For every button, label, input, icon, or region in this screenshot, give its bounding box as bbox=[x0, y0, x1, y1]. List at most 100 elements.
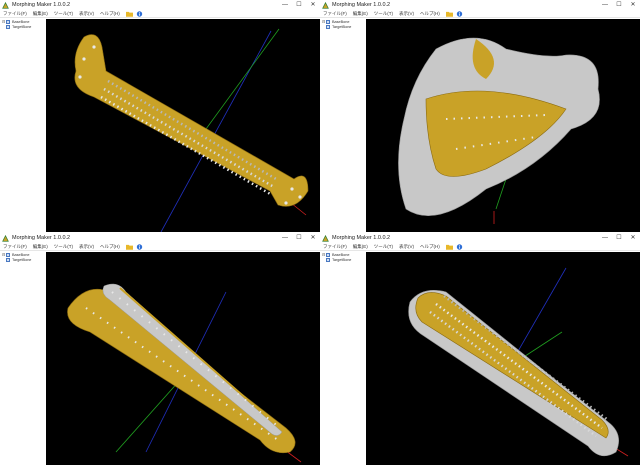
tree-item-target-bone[interactable]: TargetBone bbox=[320, 257, 366, 262]
landmark-point bbox=[284, 201, 288, 205]
landmark-point bbox=[298, 195, 302, 199]
maximize-button[interactable]: ☐ bbox=[612, 233, 626, 243]
checkbox[interactable] bbox=[326, 252, 330, 257]
menu-help[interactable]: ヘルプ(H) bbox=[420, 11, 440, 17]
tree-item-label: BaseBone bbox=[332, 252, 350, 257]
menu-file[interactable]: ファイル(F) bbox=[323, 11, 347, 17]
tree-item-label: TargetBone bbox=[12, 24, 32, 29]
app-window-3: Morphing Maker 1.0.0.2 — ☐ ✕ ファイル(F) 編集(… bbox=[0, 233, 320, 465]
minimize-button[interactable]: — bbox=[278, 233, 292, 243]
checkbox[interactable] bbox=[326, 257, 330, 262]
landmark-point bbox=[290, 187, 294, 191]
scene-tree: ⊟ BaseBone TargetBone bbox=[0, 252, 46, 465]
checkbox[interactable] bbox=[6, 19, 10, 24]
checkbox[interactable] bbox=[6, 24, 10, 29]
menu-help[interactable]: ヘルプ(H) bbox=[420, 244, 440, 250]
title-bar[interactable]: Morphing Maker 1.0.0.2 — ☐ ✕ bbox=[0, 233, 320, 243]
menu-help[interactable]: ヘルプ(H) bbox=[100, 244, 120, 250]
menu-file[interactable]: ファイル(F) bbox=[3, 244, 27, 250]
menu-tools[interactable]: ツール(T) bbox=[54, 11, 73, 17]
folder-icon[interactable] bbox=[125, 244, 133, 250]
menu-view[interactable]: 表示(V) bbox=[79, 244, 94, 250]
tree-item-label: BaseBone bbox=[12, 252, 30, 257]
menu-view[interactable]: 表示(V) bbox=[399, 244, 414, 250]
menu-edit[interactable]: 編集(E) bbox=[33, 244, 48, 250]
app-window-2: Morphing Maker 1.0.0.2 — ☐ ✕ ファイル(F) 編集(… bbox=[320, 0, 640, 232]
folder-icon[interactable] bbox=[445, 244, 453, 250]
menu-tools[interactable]: ツール(T) bbox=[374, 244, 393, 250]
checkbox[interactable] bbox=[326, 19, 330, 24]
menu-edit[interactable]: 編集(E) bbox=[353, 244, 368, 250]
3d-viewport[interactable] bbox=[46, 19, 320, 232]
target-bone-surface bbox=[415, 292, 609, 439]
close-button[interactable]: ✕ bbox=[306, 233, 320, 243]
maximize-button[interactable]: ☐ bbox=[292, 0, 306, 10]
landmark-point bbox=[82, 57, 86, 61]
info-icon[interactable] bbox=[136, 243, 143, 250]
title-bar[interactable]: Morphing Maker 1.0.0.2 — ☐ ✕ bbox=[0, 0, 320, 10]
morphing-maker-app-icon bbox=[2, 1, 9, 9]
menu-view[interactable]: 表示(V) bbox=[79, 11, 94, 17]
scene-tree: ⊟ BaseBone TargetBone bbox=[320, 19, 366, 232]
folder-icon[interactable] bbox=[445, 11, 453, 17]
checkbox[interactable] bbox=[6, 257, 10, 262]
tibia-surface bbox=[67, 288, 296, 454]
tibia-fibula-model bbox=[67, 283, 302, 463]
fibula-surface bbox=[102, 283, 283, 436]
maximize-button[interactable]: ☐ bbox=[612, 0, 626, 10]
menu-bar: ファイル(F) 編集(E) ツール(T) 表示(V) ヘルプ(H) bbox=[0, 243, 320, 251]
menu-bar: ファイル(F) 編集(E) ツール(T) 表示(V) ヘルプ(H) bbox=[320, 243, 640, 251]
femur-model bbox=[74, 28, 309, 232]
maximize-button[interactable]: ☐ bbox=[292, 233, 306, 243]
minimize-button[interactable]: — bbox=[598, 0, 612, 10]
title-bar[interactable]: Morphing Maker 1.0.0.2 — ☐ ✕ bbox=[320, 0, 640, 10]
tree-item-label: BaseBone bbox=[12, 19, 30, 24]
menu-tools[interactable]: ツール(T) bbox=[374, 11, 393, 17]
window-title: Morphing Maker 1.0.0.2 bbox=[12, 235, 71, 241]
menu-view[interactable]: 表示(V) bbox=[399, 11, 414, 17]
menu-edit[interactable]: 編集(E) bbox=[353, 11, 368, 17]
folder-icon[interactable] bbox=[125, 11, 133, 17]
menu-help[interactable]: ヘルプ(H) bbox=[100, 11, 120, 17]
info-icon[interactable] bbox=[456, 243, 463, 250]
checkbox[interactable] bbox=[6, 252, 10, 257]
scapula-model bbox=[398, 37, 600, 224]
menu-file[interactable]: ファイル(F) bbox=[3, 11, 27, 17]
menu-tools[interactable]: ツール(T) bbox=[54, 244, 73, 250]
info-icon[interactable] bbox=[136, 10, 143, 17]
tree-item-target-bone[interactable]: TargetBone bbox=[0, 24, 46, 29]
tree-item-label: TargetBone bbox=[332, 24, 352, 29]
3d-viewport[interactable] bbox=[366, 252, 640, 465]
app-window-4: Morphing Maker 1.0.0.2 — ☐ ✕ ファイル(F) 編集(… bbox=[320, 233, 640, 465]
window-title: Morphing Maker 1.0.0.2 bbox=[332, 2, 391, 8]
scene-tree: ⊟ BaseBone TargetBone bbox=[0, 19, 46, 232]
close-button[interactable]: ✕ bbox=[626, 0, 640, 10]
checkbox[interactable] bbox=[326, 24, 330, 29]
title-bar[interactable]: Morphing Maker 1.0.0.2 — ☐ ✕ bbox=[320, 233, 640, 243]
morphing-maker-app-icon bbox=[322, 234, 329, 242]
tree-item-target-bone[interactable]: TargetBone bbox=[320, 24, 366, 29]
window-title: Morphing Maker 1.0.0.2 bbox=[12, 2, 71, 8]
landmark-point bbox=[92, 45, 96, 49]
info-icon[interactable] bbox=[456, 10, 463, 17]
menu-file[interactable]: ファイル(F) bbox=[323, 244, 347, 250]
window-title: Morphing Maker 1.0.0.2 bbox=[332, 235, 391, 241]
morphing-maker-app-icon bbox=[2, 234, 9, 242]
minimize-button[interactable]: — bbox=[598, 233, 612, 243]
femur-surface bbox=[74, 34, 309, 207]
morphing-maker-app-icon bbox=[322, 1, 329, 9]
close-button[interactable]: ✕ bbox=[306, 0, 320, 10]
tree-item-label: BaseBone bbox=[332, 19, 350, 24]
menu-edit[interactable]: 編集(E) bbox=[33, 11, 48, 17]
landmark-point bbox=[78, 75, 82, 79]
tree-item-label: TargetBone bbox=[12, 257, 32, 262]
minimize-button[interactable]: — bbox=[278, 0, 292, 10]
3d-viewport[interactable] bbox=[366, 19, 640, 232]
scene-tree: ⊟ BaseBone TargetBone bbox=[320, 252, 366, 465]
3d-viewport[interactable] bbox=[46, 252, 320, 465]
humerus-model bbox=[408, 267, 629, 457]
app-window-1: Morphing Maker 1.0.0.2 — ☐ ✕ ファイル(F) 編集(… bbox=[0, 0, 320, 232]
menu-bar: ファイル(F) 編集(E) ツール(T) 表示(V) ヘルプ(H) bbox=[320, 10, 640, 18]
tree-item-target-bone[interactable]: TargetBone bbox=[0, 257, 46, 262]
close-button[interactable]: ✕ bbox=[626, 233, 640, 243]
